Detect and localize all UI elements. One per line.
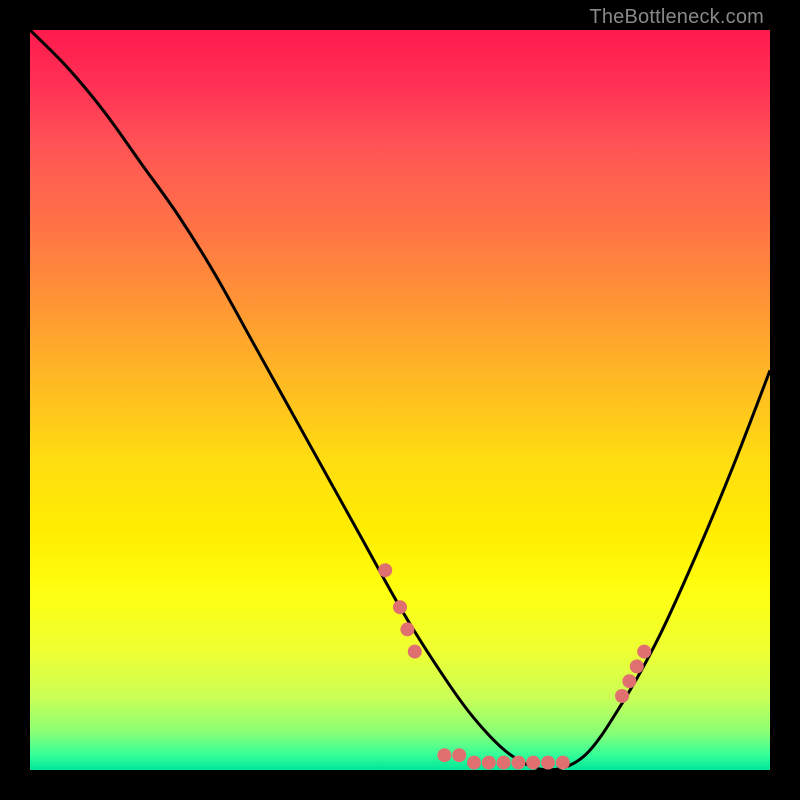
data-marker <box>393 600 407 614</box>
data-marker <box>400 622 414 636</box>
data-marker <box>511 756 525 770</box>
bottleneck-curve <box>30 30 770 770</box>
data-marker <box>526 756 540 770</box>
data-marker <box>622 674 636 688</box>
data-marker <box>437 748 451 762</box>
data-marker <box>408 645 422 659</box>
data-marker <box>637 645 651 659</box>
data-marker <box>482 756 496 770</box>
watermark-text: TheBottleneck.com <box>589 6 764 29</box>
data-marker <box>467 756 481 770</box>
data-marker <box>452 748 466 762</box>
plot-area <box>30 30 770 770</box>
data-marker <box>378 563 392 577</box>
data-marker <box>541 756 555 770</box>
data-marker <box>630 659 644 673</box>
data-marker <box>556 756 570 770</box>
data-marker <box>615 689 629 703</box>
chart-container: TheBottleneck.com <box>0 0 800 800</box>
data-marker <box>497 756 511 770</box>
